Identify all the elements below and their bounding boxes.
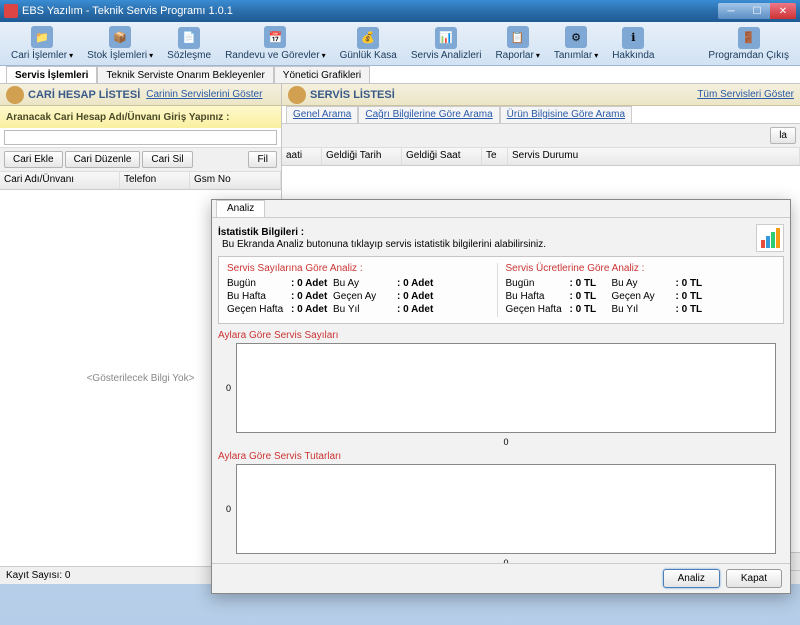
box-icon: 📦 [109,26,131,48]
window-title: EBS Yazılım - Teknik Servis Programı 1.0… [22,5,233,17]
window-minimize-button[interactable]: ─ [718,3,744,19]
cari-search-input[interactable] [4,130,277,145]
col-cari-adi[interactable]: Cari Adı/Ünvanı [0,172,120,189]
subtab-urun-bilgisi[interactable]: Ürün Bilgisine Göre Arama [500,106,632,123]
folder-icon: 📁 [31,26,53,48]
subtab-cagri-bilgileri[interactable]: Cağrı Bilgilerine Göre Arama [358,106,499,123]
tab-teknik-serviste[interactable]: Teknik Serviste Onarım Bekleyenler [97,66,273,83]
info-label: İstatistik Bilgileri : [218,227,304,238]
document-icon: 📄 [178,27,200,49]
col-geldigi-saat[interactable]: Geldiği Saat [402,148,482,165]
ribbon-hakkinda[interactable]: ℹ Hakkında [605,24,661,64]
cari-filter-button[interactable]: Fil [248,151,277,168]
main-tabs: Servis İşlemleri Teknik Serviste Onarım … [0,66,800,84]
col-aati[interactable]: aati [282,148,322,165]
close-button[interactable]: Kapat [726,569,782,588]
tab-servis-islemleri[interactable]: Servis İşlemleri [6,66,97,83]
settings-icon: ⚙ [565,26,587,48]
chart2-area [236,464,776,554]
chart1-x-axis: 0 [236,437,776,447]
info-text: Bu Ekranda Analiz butonuna tıklayıp serv… [222,239,546,250]
servis-grid-header: aati Geldiği Tarih Geldiği Saat Te Servi… [282,148,800,166]
modal-tab-analiz[interactable]: Analiz [216,200,265,217]
show-all-services-link[interactable]: Tüm Servisleri Göster [697,89,794,100]
cash-icon: 💰 [357,27,379,49]
ribbon-gunluk-kasa[interactable]: 💰 Günlük Kasa [333,24,404,64]
chevron-down-icon: ▾ [69,51,73,60]
right-panel-title: SERVİS LİSTESİ [310,89,395,101]
users-icon [288,86,306,104]
stats-box: Servis Sayılarına Göre Analiz : Bugün: 0… [218,256,784,324]
chevron-down-icon: ▾ [149,51,153,60]
window-titlebar: EBS Yazılım - Teknik Servis Programı 1.0… [0,0,800,22]
chart1-area [236,343,776,433]
chevron-down-icon: ▾ [536,51,540,60]
counts-title: Servis Sayılarına Göre Analiz : [227,263,497,274]
subtab-genel-arama[interactable]: Genel Arama [286,106,358,123]
col-geldigi-tarih[interactable]: Geldiği Tarih [322,148,402,165]
ribbon-servis-analizleri[interactable]: 📊 Servis Analizleri [404,24,489,64]
ribbon-cari-islemler[interactable]: 📁 Cari İşlemler▾ [4,23,80,64]
exit-icon: 🚪 [738,27,760,49]
ribbon-exit[interactable]: 🚪 Programdan Çıkış [701,24,796,64]
ribbon-raporlar[interactable]: 📋 Raporlar▾ [488,23,546,64]
col-telefon[interactable]: Telefon [120,172,190,189]
cari-grid-header: Cari Adı/Ünvanı Telefon Gsm No [0,172,281,190]
ribbon-tanimlar[interactable]: ⚙ Tanımlar▾ [547,23,605,64]
analyze-button[interactable]: Analiz [663,569,720,588]
chevron-down-icon: ▾ [322,51,326,60]
window-maximize-button[interactable]: ☐ [744,3,770,19]
window-close-button[interactable]: ✕ [770,3,796,19]
ribbon-toolbar: 📁 Cari İşlemler▾ 📦 Stok İşlemleri▾ 📄 Söz… [0,22,800,66]
cari-delete-button[interactable]: Cari Sil [142,151,192,168]
right-toolbar-button[interactable]: la [770,127,796,144]
ribbon-randevu[interactable]: 📅 Randevu ve Görevler▾ [218,23,333,64]
report-icon: 📋 [507,26,529,48]
chart2-title: Aylara Göre Servis Tutarları [218,451,784,462]
chart2-y-axis: 0 [226,504,231,514]
chart-icon: 📊 [435,27,457,49]
ribbon-stok-islemleri[interactable]: 📦 Stok İşlemleri▾ [80,23,160,64]
analiz-modal: Analiz İstatistik Bilgileri : Bu Ekranda… [211,199,791,594]
content-area: CARİ HESAP LİSTESİ Carinin Servislerini … [0,84,800,584]
info-icon: ℹ [622,27,644,49]
left-panel-title: CARİ HESAP LİSTESİ [28,89,140,101]
no-data-label: <Gösterilecek Bilgi Yok> [87,373,195,384]
show-cari-services-link[interactable]: Carinin Servislerini Göster [146,89,262,100]
col-te[interactable]: Te [482,148,508,165]
ribbon-sozlesme[interactable]: 📄 Sözleşme [160,24,218,64]
app-icon [4,4,18,18]
calendar-icon: 📅 [264,26,286,48]
col-servis-durumu[interactable]: Servis Durumu [508,148,800,165]
cari-edit-button[interactable]: Cari Düzenle [65,151,141,168]
users-icon [6,86,24,104]
stats-chart-icon [756,224,784,252]
fees-title: Servis Ücretlerine Göre Analiz : [506,263,776,274]
tab-yonetici-grafikleri[interactable]: Yönetici Grafikleri [274,66,370,83]
search-label-bar: Aranacak Cari Hesap Adı/Ünvanı Giriş Yap… [0,106,281,128]
chart1-y-axis: 0 [226,383,231,393]
chevron-down-icon: ▾ [594,51,598,60]
cari-add-button[interactable]: Cari Ekle [4,151,63,168]
chart1-title: Aylara Göre Servis Sayıları [218,330,784,341]
col-gsm[interactable]: Gsm No [190,172,281,189]
